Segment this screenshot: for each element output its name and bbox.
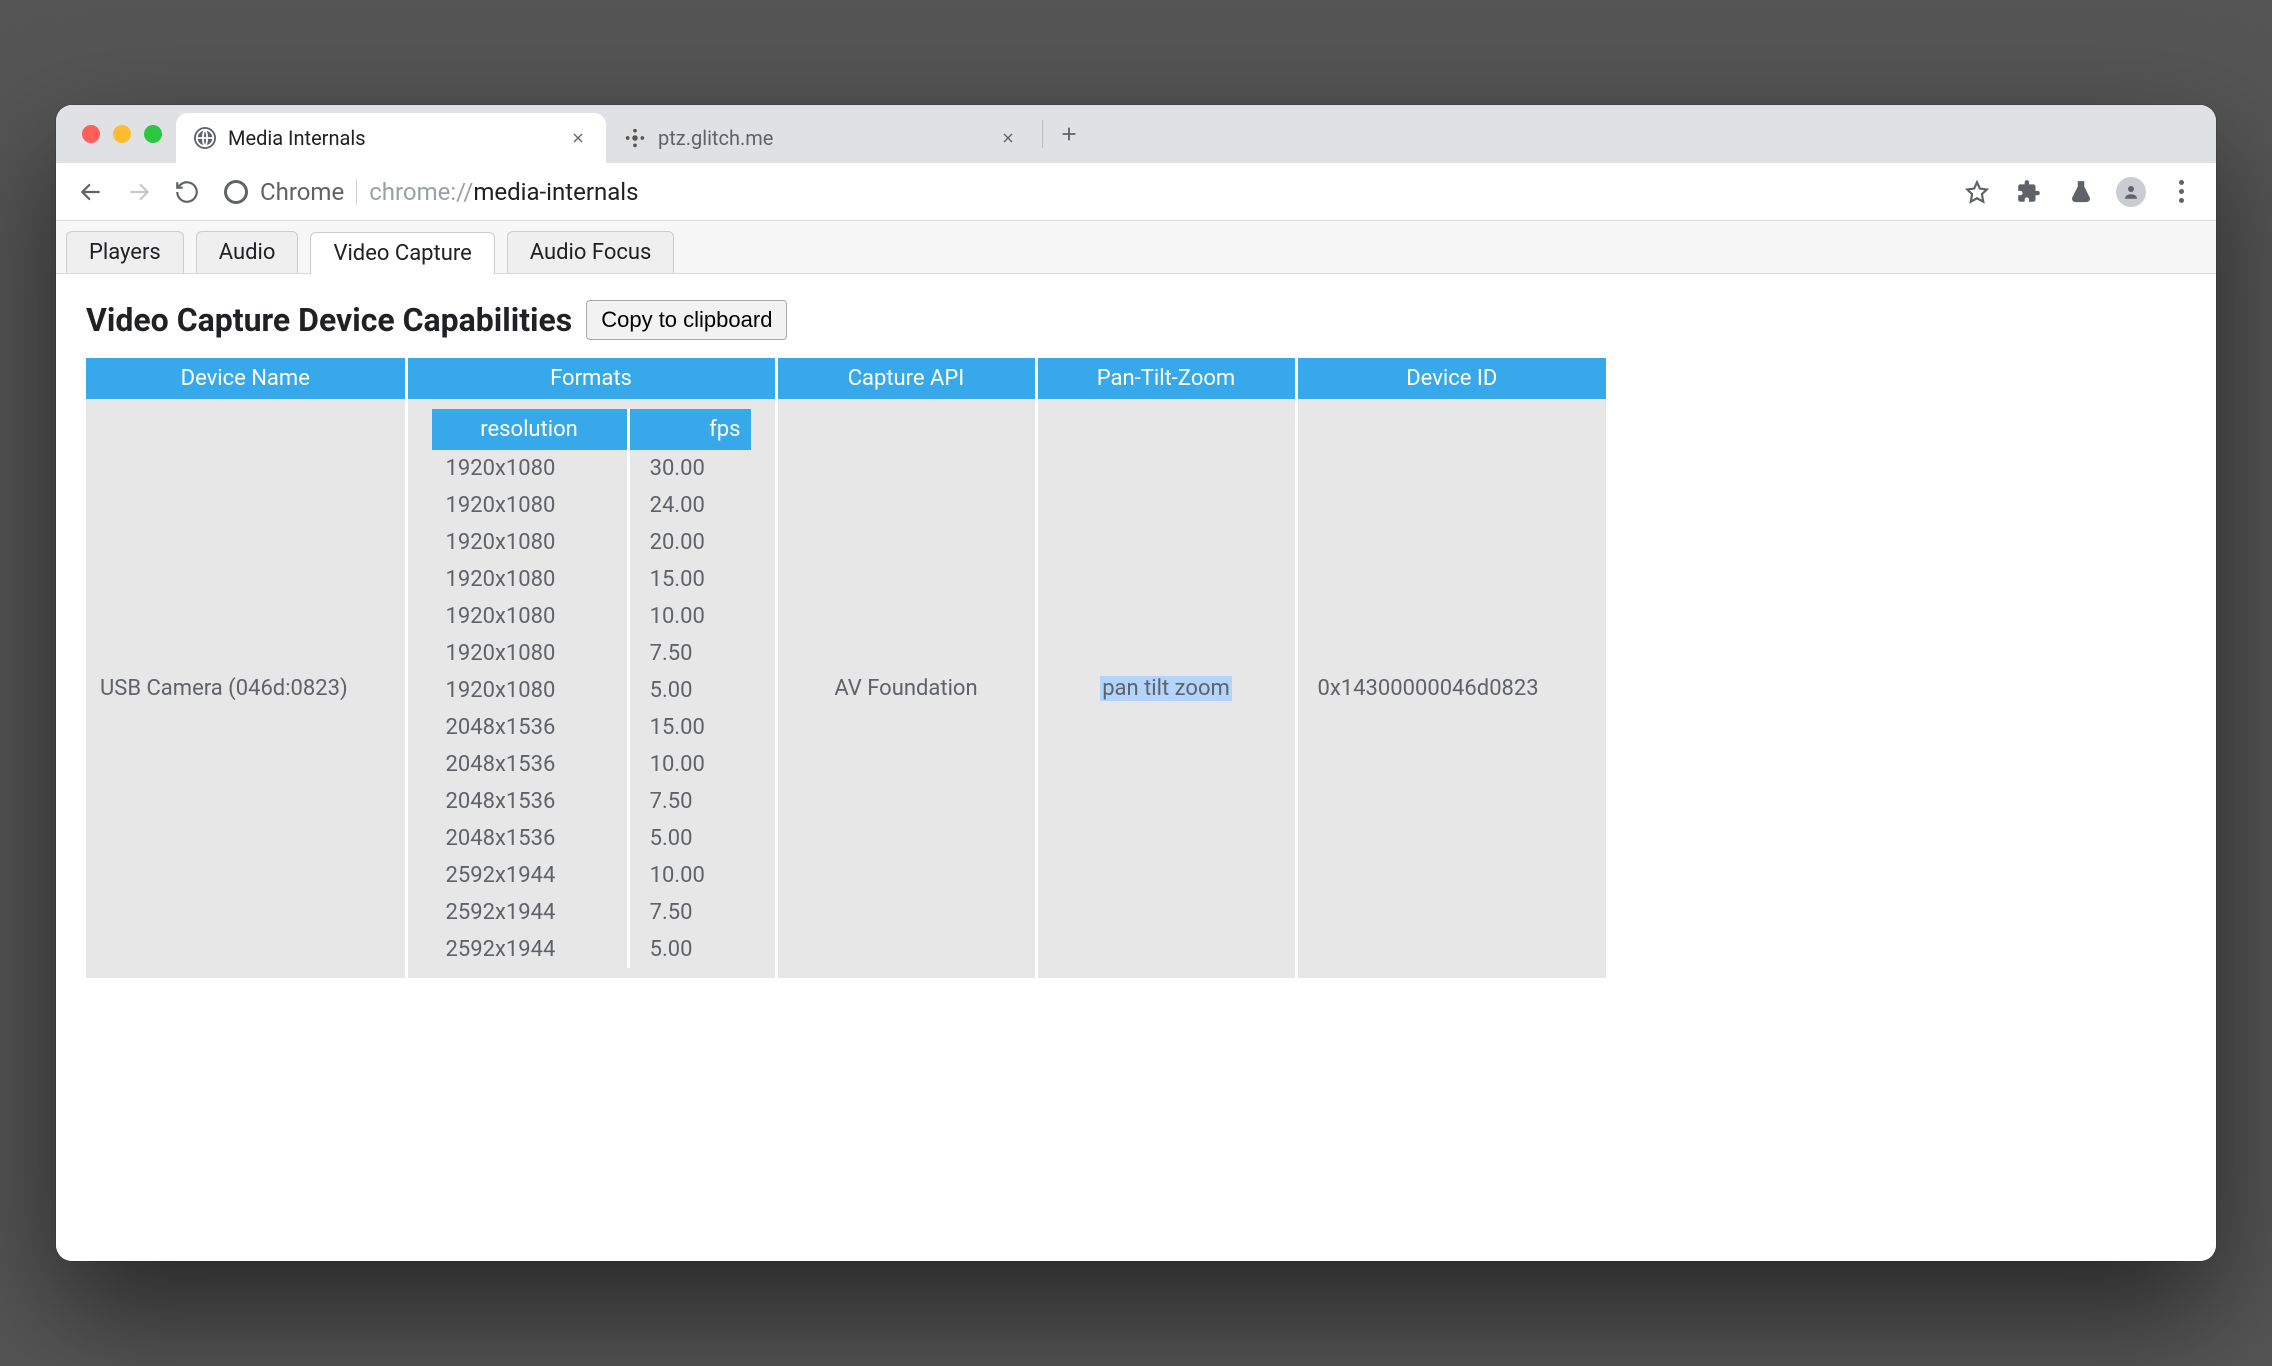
format-row: 2048x153610.00 bbox=[432, 746, 751, 783]
subtab-audio[interactable]: Audio bbox=[196, 231, 299, 273]
format-row: 1920x108020.00 bbox=[432, 524, 751, 561]
reload-button[interactable] bbox=[170, 175, 204, 209]
format-resolution: 1920x1080 bbox=[432, 635, 629, 672]
format-row: 2048x15365.00 bbox=[432, 820, 751, 857]
site-icon bbox=[624, 127, 646, 149]
cell-device-name: USB Camera (046d:0823) bbox=[86, 399, 406, 978]
new-tab-button[interactable] bbox=[1049, 114, 1089, 154]
format-row: 1920x10805.00 bbox=[432, 672, 751, 709]
menu-button[interactable] bbox=[2164, 175, 2198, 209]
copy-to-clipboard-button[interactable]: Copy to clipboard bbox=[586, 300, 787, 340]
url-scheme: chrome:// bbox=[369, 178, 473, 206]
col-device-name[interactable]: Device Name bbox=[86, 358, 406, 399]
tab-title: ptz.glitch.me bbox=[658, 126, 773, 150]
format-resolution: 2592x1944 bbox=[432, 857, 629, 894]
tab-separator bbox=[1042, 120, 1043, 148]
capabilities-table: Device Name Formats Capture API Pan-Tilt… bbox=[86, 358, 1606, 978]
subtab-audio-focus[interactable]: Audio Focus bbox=[507, 231, 675, 273]
format-fps: 5.00 bbox=[628, 820, 750, 857]
ptz-value: pan tilt zoom bbox=[1100, 676, 1232, 701]
format-fps: 15.00 bbox=[628, 561, 750, 598]
internal-tabs: Players Audio Video Capture Audio Focus bbox=[56, 221, 2216, 274]
cell-device-id: 0x14300000046d0823 bbox=[1296, 399, 1606, 978]
window-controls bbox=[74, 125, 176, 143]
url-path: media-internals bbox=[473, 178, 638, 206]
page-content: Players Audio Video Capture Audio Focus … bbox=[56, 221, 2216, 1261]
format-resolution: 2048x1536 bbox=[432, 783, 629, 820]
cell-capture-api: AV Foundation bbox=[776, 399, 1036, 978]
col-fps: fps bbox=[628, 409, 750, 450]
origin-label: Chrome bbox=[260, 178, 344, 206]
subtab-players[interactable]: Players bbox=[66, 231, 184, 273]
format-resolution: 1920x1080 bbox=[432, 487, 629, 524]
page-heading: Video Capture Device Capabilities bbox=[86, 301, 572, 339]
toolbar-actions bbox=[1960, 175, 2198, 209]
subtab-video-capture[interactable]: Video Capture bbox=[310, 232, 494, 274]
format-resolution: 2592x1944 bbox=[432, 894, 629, 931]
tab-strip: Media Internals ptz.glitch.me bbox=[56, 105, 2216, 163]
format-row: 2048x15367.50 bbox=[432, 783, 751, 820]
format-fps: 5.00 bbox=[628, 672, 750, 709]
format-row: 1920x10807.50 bbox=[432, 635, 751, 672]
formats-table: resolution fps 1920x108030.001920x108024… bbox=[432, 409, 751, 968]
format-fps: 7.50 bbox=[628, 894, 750, 931]
format-fps: 7.50 bbox=[628, 635, 750, 672]
format-row: 2592x19447.50 bbox=[432, 894, 751, 931]
col-formats[interactable]: Formats bbox=[406, 358, 776, 399]
close-window-button[interactable] bbox=[82, 125, 100, 143]
format-resolution: 2048x1536 bbox=[432, 709, 629, 746]
tab-media-internals[interactable]: Media Internals bbox=[176, 113, 606, 163]
format-fps: 10.00 bbox=[628, 746, 750, 783]
format-row: 1920x108010.00 bbox=[432, 598, 751, 635]
omnibox-separator bbox=[356, 179, 357, 205]
format-row: 2592x19445.00 bbox=[432, 931, 751, 968]
format-row: 1920x108015.00 bbox=[432, 561, 751, 598]
tab-title: Media Internals bbox=[228, 126, 366, 150]
format-row: 2048x153615.00 bbox=[432, 709, 751, 746]
format-fps: 7.50 bbox=[628, 783, 750, 820]
cell-ptz: pan tilt zoom bbox=[1036, 399, 1296, 978]
format-fps: 5.00 bbox=[628, 931, 750, 968]
bookmark-star-icon[interactable] bbox=[1960, 175, 1994, 209]
close-tab-icon[interactable] bbox=[998, 128, 1018, 148]
format-row: 1920x108024.00 bbox=[432, 487, 751, 524]
back-button[interactable] bbox=[74, 175, 108, 209]
format-resolution: 1920x1080 bbox=[432, 524, 629, 561]
format-resolution: 1920x1080 bbox=[432, 561, 629, 598]
col-device-id[interactable]: Device ID bbox=[1296, 358, 1606, 399]
format-resolution: 1920x1080 bbox=[432, 450, 629, 487]
format-row: 2592x194410.00 bbox=[432, 857, 751, 894]
forward-button[interactable] bbox=[122, 175, 156, 209]
format-resolution: 2048x1536 bbox=[432, 746, 629, 783]
col-resolution: resolution bbox=[432, 409, 629, 450]
tab-ptz-glitch[interactable]: ptz.glitch.me bbox=[606, 113, 1036, 163]
format-row: 1920x108030.00 bbox=[432, 450, 751, 487]
format-resolution: 1920x1080 bbox=[432, 598, 629, 635]
browser-window: Media Internals ptz.glitch.me bbox=[56, 105, 2216, 1261]
minimize-window-button[interactable] bbox=[113, 125, 131, 143]
toolbar: Chrome chrome://media-internals bbox=[56, 163, 2216, 221]
profile-avatar[interactable] bbox=[2116, 177, 2146, 207]
format-resolution: 2592x1944 bbox=[432, 931, 629, 968]
format-fps: 30.00 bbox=[628, 450, 750, 487]
format-fps: 10.00 bbox=[628, 598, 750, 635]
cell-formats: resolution fps 1920x108030.001920x108024… bbox=[406, 399, 776, 978]
col-capture-api[interactable]: Capture API bbox=[776, 358, 1036, 399]
format-resolution: 1920x1080 bbox=[432, 672, 629, 709]
omnibox[interactable]: Chrome chrome://media-internals bbox=[218, 178, 1946, 206]
format-resolution: 2048x1536 bbox=[432, 820, 629, 857]
col-ptz[interactable]: Pan-Tilt-Zoom bbox=[1036, 358, 1296, 399]
extensions-icon[interactable] bbox=[2012, 175, 2046, 209]
globe-icon bbox=[194, 127, 216, 149]
chrome-icon bbox=[224, 180, 248, 204]
format-fps: 15.00 bbox=[628, 709, 750, 746]
device-row: USB Camera (046d:0823) resolution fps 19… bbox=[86, 399, 1606, 978]
labs-icon[interactable] bbox=[2064, 175, 2098, 209]
close-tab-icon[interactable] bbox=[568, 128, 588, 148]
format-fps: 20.00 bbox=[628, 524, 750, 561]
maximize-window-button[interactable] bbox=[144, 125, 162, 143]
format-fps: 10.00 bbox=[628, 857, 750, 894]
format-fps: 24.00 bbox=[628, 487, 750, 524]
